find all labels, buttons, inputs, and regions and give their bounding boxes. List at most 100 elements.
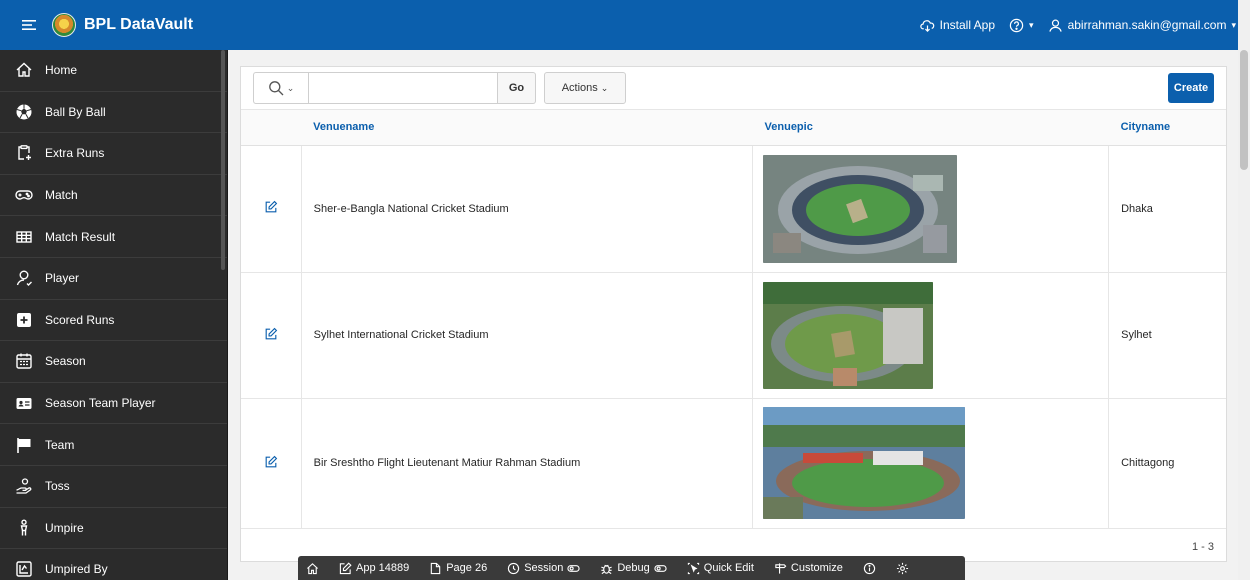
dev-app-button[interactable]: App 14889 [339,561,410,575]
sidebar-item-toss[interactable]: Toss [0,466,227,508]
actions-menu-button[interactable]: Actions ⌄ [544,72,626,104]
dev-settings-button[interactable] [896,562,909,575]
edit-icon [339,561,352,574]
sidebar-item-umpire[interactable]: Umpire [0,508,227,550]
dev-session-button[interactable]: Session [507,562,580,575]
sidebar-item-home[interactable]: Home [0,50,227,92]
sidebar-item-player[interactable]: Player [0,258,227,300]
page-edit-icon [430,562,441,574]
edit-cell [241,272,302,399]
cursor-select-icon [687,562,699,574]
table-icon [14,227,34,247]
search-icon [268,81,284,96]
sidebar-item-label: Toss [45,479,70,494]
interactive-report: ⌄ Go Actions ⌄ Create Venuename Venuepic… [240,66,1227,562]
dev-debug-button[interactable]: Debug [600,562,667,575]
sidebar-item-umpired-by[interactable]: Umpired By [0,549,227,580]
gear-icon [896,562,908,574]
dev-page-label: Page 26 [446,562,488,574]
go-button[interactable]: Go [498,72,536,104]
sidebar-item-season-team-player[interactable]: Season Team Player [0,383,227,425]
add-clipboard-icon [14,143,34,163]
dev-quick-edit-button[interactable]: Quick Edit [687,562,754,575]
home-icon [14,60,34,80]
page-scrollbar[interactable] [1238,0,1250,580]
edit-icon[interactable] [264,200,278,214]
venue-pic-cell [752,272,1110,399]
bug-icon [601,564,613,574]
coin-hand-icon [14,476,34,496]
sidebar-item-label: Home [45,63,78,78]
search-input[interactable] [308,72,498,104]
search-column-button[interactable]: ⌄ [253,72,308,104]
edit-icon[interactable] [264,327,278,341]
sidebar-item-label: Match [45,188,78,203]
sidebar-scrollbar[interactable] [221,50,225,270]
sidebar-item-season[interactable]: Season [0,341,227,383]
dev-session-label: Session [524,562,564,574]
person-icon [14,518,34,538]
hamburger-icon [22,20,36,30]
install-app-label: Install App [939,18,996,32]
actions-label: Actions [561,82,598,94]
venue-pic-cell [752,398,1110,529]
toggle-icon [567,564,580,572]
chevron-down-icon: ▾ [1029,19,1034,30]
user-icon [1048,19,1062,32]
sidebar-item-label: Extra Runs [45,146,105,161]
edit-cell [241,398,302,529]
sidebar-item-label: Season Team Player [45,396,156,411]
dev-customize-button[interactable]: Customize [774,562,843,575]
sidebar-nav: Home Ball By Ball Extra Runs Match Match… [0,50,228,580]
developer-toolbar: App 14889 Page 26 Session Debug Quick Ed… [298,556,965,580]
sidebar-item-match[interactable]: Match [0,175,227,217]
sidebar-item-label: Team [45,437,75,452]
app-title[interactable]: BPL DataVault [84,16,193,34]
chevron-down-icon: ⌄ [286,82,295,93]
menu-toggle-button[interactable] [12,8,46,42]
sidebar-item-label: Match Result [45,229,116,244]
sidebar-item-scored-runs[interactable]: Scored Runs [0,300,227,342]
sidebar-item-team[interactable]: Team [0,424,227,466]
sidebar-item-label: Scored Runs [45,312,115,327]
dev-quick-edit-label: Quick Edit [703,562,754,574]
dev-page-button[interactable]: Page 26 [429,562,487,575]
dev-app-label: App 14889 [356,562,410,574]
sidebar-item-extra-runs[interactable]: Extra Runs [0,133,227,175]
create-button[interactable]: Create [1168,73,1214,103]
table-row: Bir Sreshtho Flight Lieutenant Matiur Ra… [241,398,1226,529]
column-header-venuepic[interactable]: Venuepic [752,110,1109,146]
user-icon [14,268,34,288]
app-logo[interactable] [52,13,76,37]
help-menu-button[interactable]: ▾ [1009,18,1034,33]
sidebar-item-ball-by-ball[interactable]: Ball By Ball [0,92,227,134]
user-menu-button[interactable]: abirrahman.sakin@gmail.com ▾ [1048,18,1236,33]
sidebar-item-label: Umpire [45,520,84,535]
flag-icon [14,435,34,455]
sidebar-item-label: Season [45,354,86,369]
chevron-down-icon: ⌄ [600,82,609,93]
info-icon [863,562,876,574]
page-scrollbar-thumb[interactable] [1240,50,1248,170]
help-icon [1009,18,1024,32]
table-row: Sher-e-Bangla National Cricket Stadium D… [241,145,1226,273]
edit-icon[interactable] [264,455,278,469]
venue-name-cell: Bir Sreshtho Flight Lieutenant Matiur Ra… [301,398,754,529]
clock-icon [508,562,520,574]
dev-home-button[interactable] [306,562,319,575]
column-header-cityname[interactable]: Cityname [1108,110,1226,146]
id-card-icon [14,393,34,413]
city-name-cell: Chittagong [1108,398,1226,529]
venue-photo [763,154,958,263]
sidebar-item-label: Player [45,271,80,286]
plus-square-icon [14,310,34,330]
sidebar-item-match-result[interactable]: Match Result [0,216,227,258]
main-content: ⌄ Go Actions ⌄ Create Venuename Venuepic… [228,50,1238,580]
install-app-button[interactable]: Install App [919,18,996,33]
table-row: Sylhet International Cricket Stadium Syl… [241,272,1226,399]
report-toolbar: ⌄ Go Actions ⌄ Create [241,67,1226,110]
column-header-venuename[interactable]: Venuename [301,110,753,146]
soccer-ball-icon [14,102,34,122]
dev-info-button[interactable] [863,562,876,575]
venue-name-cell: Sher-e-Bangla National Cricket Stadium [301,145,754,273]
